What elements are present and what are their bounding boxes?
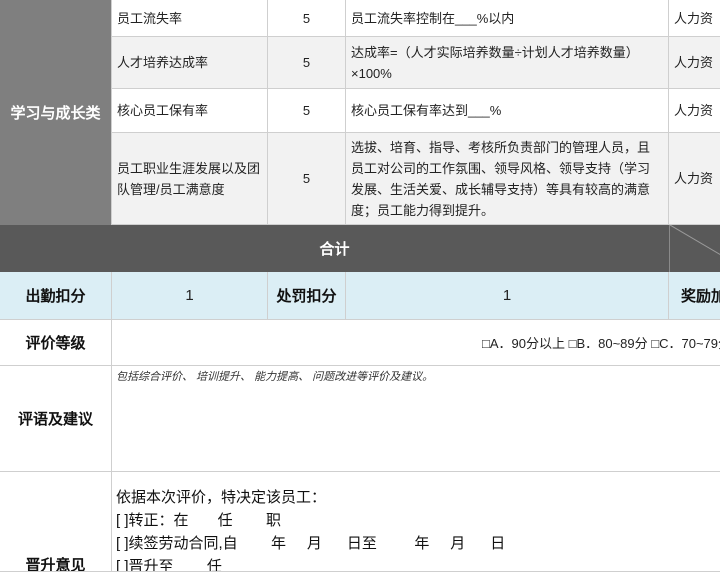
comments-label: 评语及建议 xyxy=(17,411,93,428)
comments-input[interactable]: 包括综合评价、 培训提升、 能力提高、 问题改进等评价及建议。 xyxy=(112,366,720,472)
decision-content[interactable]: 依据本次评价，特决定该员工： [ ]转正：在 任 职 [ ]续签劳动合同,自 年… xyxy=(112,472,720,572)
decision-label-cell: 晋升意见 xyxy=(0,472,112,572)
rating-options-cell[interactable]: □A．90分以上 □B．80~89分 □C．70~79分 xyxy=(112,320,720,366)
total-label: 合计 xyxy=(319,241,350,258)
reward-bonus-label: 奖励加 xyxy=(669,272,720,320)
kpi-dept: 人力资 xyxy=(669,37,720,89)
kpi-standard: 员工流失率控制在___%以内 xyxy=(346,0,669,37)
diagonal-line xyxy=(670,225,720,255)
rating-options: □A．90分以上 □B．80~89分 □C．70~79分 xyxy=(482,336,720,351)
decision-line: 依据本次评价，特决定该员工： xyxy=(116,489,327,506)
penalty-deduction-label: 处罚扣分 xyxy=(268,272,346,320)
comments-label-cell: 评语及建议 xyxy=(0,366,112,472)
comments-note: 包括综合评价、 培训提升、 能力提高、 问题改进等评价及建议。 xyxy=(116,371,434,383)
kpi-name: 员工流失率 xyxy=(112,0,268,37)
decision-line-renew[interactable]: [ ]续签劳动合同,自 年 月 日至 年 月 日 xyxy=(116,532,720,555)
rating-label-cell: 评价等级 xyxy=(0,320,112,366)
kpi-name: 核心员工保有率 xyxy=(112,89,268,133)
kpi-name: 人才培养达成率 xyxy=(112,37,268,89)
kpi-standard: 达成率=（人才实际培养数量÷计划人才培养数量）×100% xyxy=(346,37,669,89)
total-diagonal-cell xyxy=(669,225,720,272)
kpi-standard: 核心员工保有率达到___% xyxy=(346,89,669,133)
kpi-standard: 选拔、培育、指导、考核所负责部门的管理人员，且员工对公司的工作氛围、领导风格、领… xyxy=(346,133,669,225)
kpi-dept: 人力资 xyxy=(669,0,720,37)
kpi-score: 5 xyxy=(268,0,346,37)
attendance-deduction-label: 出勤扣分 xyxy=(0,272,112,320)
attendance-deduction-value[interactable]: 1 xyxy=(112,272,268,320)
category-cell: 学习与成长类 xyxy=(0,0,112,225)
decision-label: 晋升意见 xyxy=(25,557,86,572)
kpi-name: 员工职业生涯发展以及团队管理/员工满意度 xyxy=(112,133,268,225)
kpi-score: 5 xyxy=(268,89,346,133)
kpi-dept: 人力资 xyxy=(669,133,720,225)
kpi-score: 5 xyxy=(268,37,346,89)
decision-line-promote[interactable]: [ ]晋升至 任 xyxy=(116,555,720,571)
kpi-score: 5 xyxy=(268,133,346,225)
rating-label: 评价等级 xyxy=(25,335,86,352)
decision-line-confirm[interactable]: [ ]转正：在 任 职 xyxy=(116,509,720,532)
category-label: 学习与成长类 xyxy=(10,105,101,122)
kpi-dept: 人力资 xyxy=(669,89,720,133)
total-row: 合计 xyxy=(0,225,669,272)
penalty-deduction-value[interactable]: 1 xyxy=(346,272,669,320)
